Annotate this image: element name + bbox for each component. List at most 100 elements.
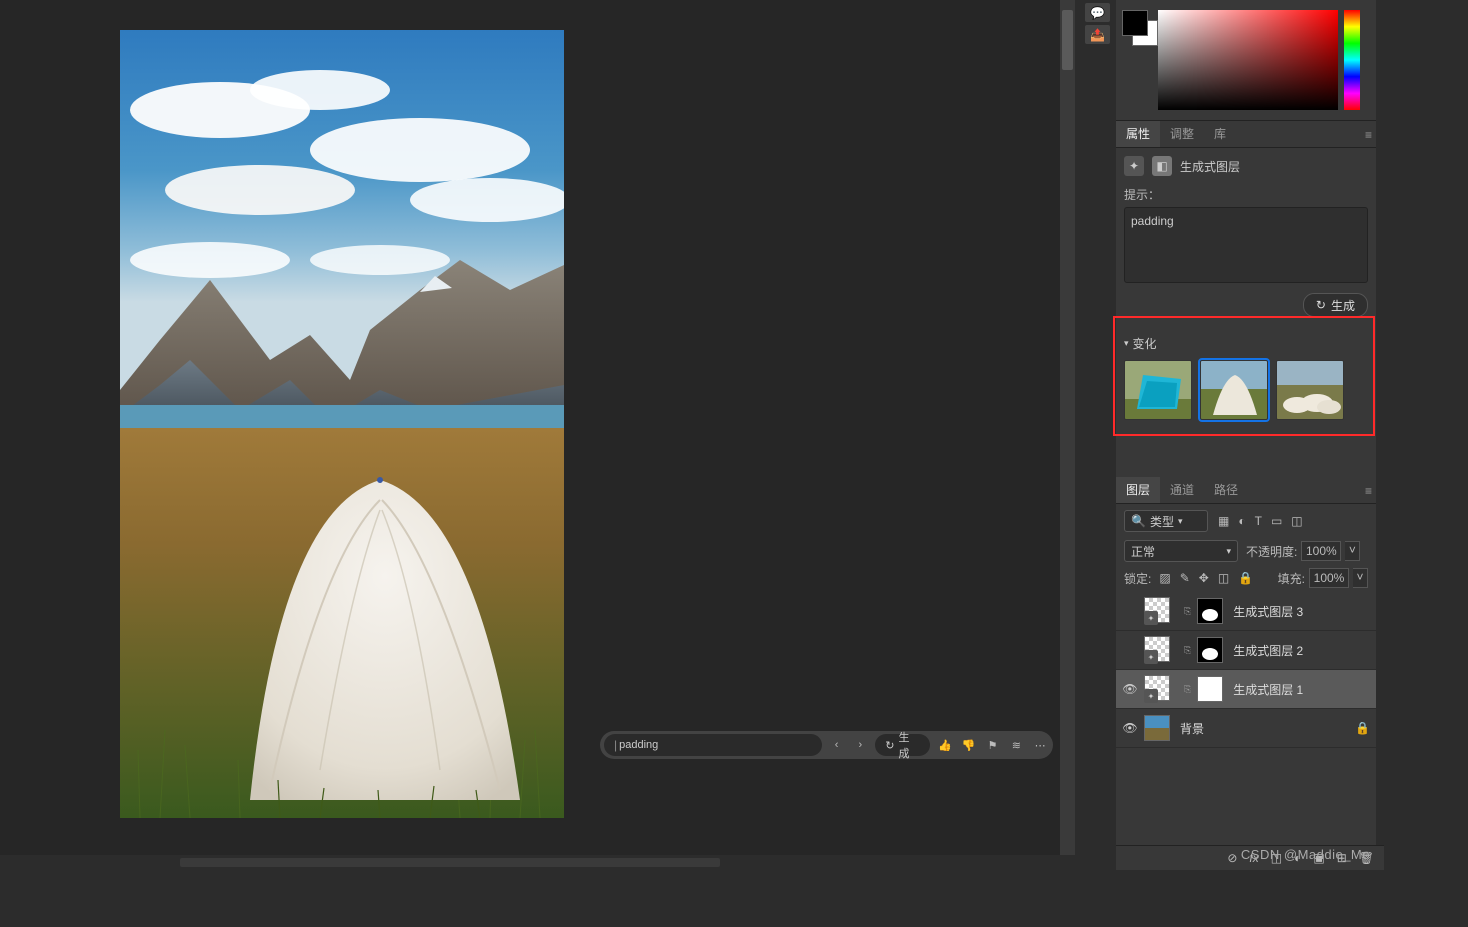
hue-slider[interactable] [1344,10,1360,110]
fill-label: 填充: [1278,570,1305,587]
document-canvas[interactable] [120,30,564,818]
layer-filter-row: 🔍类型▾ ▦ ◐ T ▭ ◫ [1116,504,1376,538]
layer-list: ✦⎘生成式图层 3✦⎘生成式图层 2👁✦⎘生成式图层 1👁背景🔒 [1116,592,1376,748]
color-field[interactable] [1158,10,1338,110]
layer-name-label[interactable]: 生成式图层 2 [1233,642,1370,659]
variation-1[interactable] [1124,360,1192,420]
layer-mask-thumbnail[interactable] [1197,637,1223,663]
layer-style-icon[interactable]: fx [1249,851,1258,865]
layer-mask-thumbnail[interactable] [1197,598,1223,624]
horizontal-scrollbar[interactable] [0,855,1075,870]
filter-smart-icon[interactable]: ◫ [1291,514,1302,528]
color-panel [1116,0,1376,121]
mask-link-icon[interactable]: ⎘ [1184,606,1191,617]
comments-panel-icon[interactable]: 💬 [1085,3,1110,22]
chevron-down-icon[interactable]: ▾ [1124,338,1129,349]
prompt-input-wrap: | [604,734,822,756]
layer-name-label[interactable]: 背景 [1180,720,1349,737]
variation-3[interactable] [1276,360,1344,420]
link-layers-icon[interactable]: ⊘ [1227,851,1237,865]
variation-2[interactable] [1200,360,1268,420]
lock-position-icon[interactable]: ✥ [1199,571,1209,585]
generate-label: 生成 [1331,297,1355,314]
layer-type-label: 生成式图层 [1180,158,1240,175]
generative-badge-icon: ✦ [1144,611,1158,625]
canvas-image [120,30,564,818]
flag-icon[interactable]: ⚑ [984,736,1002,754]
tab-libraries[interactable]: 库 [1204,121,1236,147]
filter-shape-icon[interactable]: ▭ [1271,514,1282,528]
mask-link-icon[interactable]: ⎘ [1184,684,1191,695]
layer-row[interactable]: ✦ ⎘ 生成式图层 3 [1116,592,1376,631]
blend-mode-label: 正常 [1131,543,1155,560]
lock-image-icon[interactable]: ✎ [1180,571,1190,585]
new-layer-icon[interactable]: ⊞ [1337,851,1347,865]
layers-panel-footer: ⊘ fx ◫ ◐ ▣ ⊞ 🗑 [1116,845,1384,870]
share-panel-icon[interactable]: 📤 [1085,25,1110,44]
mask-link-icon[interactable]: ⎘ [1184,645,1191,656]
layers-panel-tabs: 图层 通道 路径 ≡ [1116,477,1376,504]
tab-channels[interactable]: 通道 [1160,477,1204,503]
contextual-prompt-input[interactable] [617,738,812,752]
variation-thumbnails [1124,360,1368,420]
layer-name-label[interactable]: 生成式图层 1 [1233,681,1370,698]
opacity-input[interactable]: 100% [1301,541,1341,561]
tab-paths[interactable]: 路径 [1204,477,1248,503]
properties-panel-tabs: 属性 调整 库 ≡ [1116,121,1376,148]
more-icon[interactable]: ⋯ [1031,736,1049,754]
new-adjustment-icon[interactable]: ◐ [1294,851,1301,865]
properties-panel-body: ✦ ◧ 生成式图层 提示： padding ↻生成 ▾变化 [1116,148,1376,432]
contextual-task-bar: | ‹ › ↻生成 👍 👎 ⚑ ≋ ⋯ [600,731,1053,759]
settings-icon[interactable]: ≋ [1007,736,1025,754]
tab-adjustments[interactable]: 调整 [1160,121,1204,147]
filter-pixel-icon[interactable]: ▦ [1218,514,1229,528]
visibility-toggle[interactable]: 👁 [1122,682,1138,696]
vertical-scrollbar[interactable] [1060,0,1075,855]
filter-type-icon[interactable]: T [1255,514,1262,528]
filter-type-label: 类型 [1150,513,1174,530]
collapsed-panel-dock: 💬 📤 [1080,0,1115,45]
generate-button[interactable]: ↻生成 [875,734,930,756]
layer-filter-type-select[interactable]: 🔍类型▾ [1124,510,1208,532]
blend-opacity-row: 正常▾ 不透明度: 100% ˅ [1116,538,1376,564]
layer-row[interactable]: ✦⎘生成式图层 2 [1116,631,1376,670]
refresh-icon: ↻ [1316,298,1326,312]
blend-mode-select[interactable]: 正常▾ [1124,540,1238,562]
new-group-icon[interactable]: ▣ [1313,851,1324,865]
delete-layer-icon[interactable]: 🗑 [1359,851,1374,865]
prompt-label: 提示： [1124,186,1368,203]
lock-label: 锁定: [1124,570,1151,587]
filter-adjustment-icon[interactable]: ◐ [1238,514,1245,528]
scrollbar-thumb[interactable] [1062,10,1073,70]
generative-badge-icon: ✦ [1144,689,1158,703]
layer-row[interactable]: 👁 ✦ ⎘ 生成式图层 1 [1116,670,1376,709]
opacity-dropdown[interactable]: ˅ [1345,541,1360,561]
scrollbar-track[interactable] [180,858,720,867]
lock-artboard-icon[interactable]: ◫ [1218,571,1229,585]
layer-row[interactable]: 👁 背景 🔒 [1116,709,1376,748]
panel-menu-icon[interactable]: ≡ [1365,484,1372,498]
prev-variation-button[interactable]: ‹ [828,736,846,754]
layers-panel: 图层 通道 路径 ≡ 🔍类型▾ ▦ ◐ T ▭ ◫ 正常▾ 不透明度: 100%… [1116,477,1376,748]
panel-menu-icon[interactable]: ≡ [1365,128,1372,142]
tab-layers[interactable]: 图层 [1116,477,1160,503]
prompt-textarea[interactable]: padding [1124,207,1368,283]
layer-thumbnail[interactable] [1144,715,1170,741]
next-variation-button[interactable]: › [851,736,869,754]
layer-mask-thumbnail[interactable] [1197,676,1223,702]
lock-transparency-icon[interactable]: ▨ [1159,571,1170,585]
foreground-color-swatch[interactable] [1122,10,1148,36]
generate-label: 生成 [898,729,920,761]
fill-input[interactable]: 100% [1309,568,1349,588]
thumbs-down-icon[interactable]: 👎 [960,736,978,754]
properties-generate-button[interactable]: ↻ 生成 [1303,293,1368,317]
add-mask-icon[interactable]: ◫ [1271,851,1282,865]
generative-layer-icon: ✦ [1124,156,1144,176]
lock-all-icon[interactable]: 🔒 [1238,571,1253,585]
layer-name-label[interactable]: 生成式图层 3 [1233,603,1370,620]
visibility-toggle[interactable]: 👁 [1122,721,1138,735]
fill-dropdown[interactable]: ˅ [1353,568,1368,588]
thumbs-up-icon[interactable]: 👍 [936,736,954,754]
lock-icon[interactable]: 🔒 [1355,721,1370,735]
tab-properties[interactable]: 属性 [1116,121,1160,147]
